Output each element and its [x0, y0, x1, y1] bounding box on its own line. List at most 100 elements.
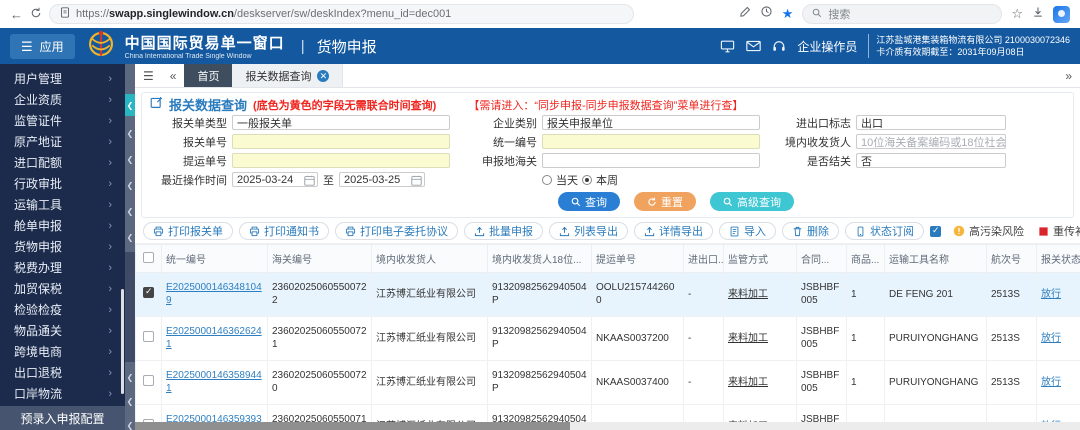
column-header[interactable]: 提运单号 — [591, 244, 684, 273]
trade-mode-cell[interactable]: 来料加工 — [728, 289, 768, 300]
date-to-input[interactable]: 2025-03-25 — [339, 172, 425, 187]
column-header[interactable]: 境内收发货人 — [371, 244, 488, 273]
sidebar-scrollbar[interactable] — [121, 289, 124, 394]
unified-no-link[interactable]: E20250001463481049 — [166, 282, 262, 306]
star-icon[interactable]: ★ — [782, 6, 794, 22]
consignee-input[interactable]: 10位海关备案编码或18位社会信用代码 — [856, 134, 1006, 149]
table-row[interactable]: E20250001463593935 236020250605500719 江苏… — [135, 404, 1080, 422]
select-all-checkbox[interactable] — [143, 251, 154, 263]
calendar-icon[interactable] — [411, 175, 422, 186]
column-header[interactable]: 统一编号 — [161, 244, 268, 273]
edit-icon[interactable] — [739, 5, 751, 23]
collapse-left-icon[interactable]: ❮ — [125, 94, 135, 116]
address-bar[interactable]: https://swapp.singlewindow.cn/deskserver… — [49, 4, 634, 24]
page-info-icon[interactable] — [60, 7, 70, 21]
toolbar-button[interactable]: 打印电子委托协议 — [335, 222, 458, 240]
ie-flag-select[interactable]: 出口 — [856, 115, 1006, 130]
sidebar-item[interactable]: 行政审批 › — [0, 173, 125, 194]
toolbar-button[interactable]: 打印报关单 — [143, 222, 233, 240]
column-header[interactable]: 商品... — [846, 244, 885, 273]
collapse-left-icon[interactable]: ❮ — [125, 394, 135, 408]
toolbar-button[interactable]: 详情导出 — [634, 222, 713, 240]
collapse-left-icon[interactable]: ❮ — [125, 370, 135, 384]
collapse-left-icon[interactable]: ❮ — [125, 418, 135, 430]
table-row[interactable]: E20250001463481049 236020250605500722 江苏… — [135, 272, 1080, 317]
decl-type-select[interactable]: 一般报关单 — [232, 115, 450, 130]
column-header[interactable]: 进出口... — [683, 244, 724, 273]
sidebar-item[interactable]: 物品通关 › — [0, 320, 125, 341]
toolbar-button[interactable]: 批量申报 — [464, 222, 543, 240]
table-row[interactable]: E20250001463626241 236020250605500721 江苏… — [135, 316, 1080, 361]
column-header[interactable]: 境内收发货人18位... — [487, 244, 592, 273]
favorites-icon[interactable]: ☆ — [1011, 6, 1023, 22]
unified-no-link[interactable]: E20250001463593935 — [166, 414, 262, 422]
row-checkbox[interactable] — [143, 374, 154, 386]
customs-input[interactable] — [542, 153, 760, 168]
sidebar-item[interactable]: 加贸保税 › — [0, 278, 125, 299]
column-header[interactable]: 海关编号 — [267, 244, 372, 273]
corp-type-select[interactable]: 报关申报单位 — [542, 115, 760, 130]
scrollbar-thumb[interactable] — [135, 422, 570, 430]
headset-icon[interactable] — [772, 40, 786, 53]
extensions-icon[interactable] — [760, 5, 773, 23]
sidebar-item[interactable]: 进口配额 › — [0, 152, 125, 173]
downloads-icon[interactable] — [1032, 5, 1044, 23]
calendar-icon[interactable] — [304, 175, 315, 186]
search-button[interactable]: 查询 — [558, 192, 620, 211]
status-link[interactable]: 放行 — [1041, 289, 1061, 300]
toolbar-button[interactable]: 删除 — [782, 222, 839, 240]
row-checkbox[interactable] — [143, 286, 154, 298]
tab-close-icon[interactable]: ✕ — [317, 69, 330, 82]
column-header[interactable]: 合同... — [796, 244, 847, 273]
advanced-search-button[interactable]: 高级查询 — [710, 192, 794, 211]
sidebar-item[interactable]: 出口退税 › — [0, 362, 125, 383]
toolbar-button[interactable]: 打印通知书 — [239, 222, 329, 240]
reset-button[interactable]: 重置 — [634, 192, 696, 211]
decl-no-input[interactable] — [232, 134, 450, 149]
date-from-input[interactable]: 2025-03-24 — [232, 172, 318, 187]
column-header[interactable]: 报关状态 — [1036, 244, 1080, 273]
tab-menu-icon[interactable]: ☰ — [135, 64, 162, 87]
radio-this-week[interactable] — [582, 174, 592, 185]
collapse-left-icon[interactable]: ❮ — [125, 178, 135, 192]
tab-declaration-query[interactable]: 报关数据查询 ✕ — [232, 64, 344, 87]
collapse-left-icon[interactable]: ❮ — [125, 204, 135, 218]
sidebar-item[interactable]: 跨境电商 › — [0, 341, 125, 362]
status-link[interactable]: 放行 — [1041, 333, 1061, 344]
sidebar-item[interactable]: 舱单申报 › — [0, 215, 125, 236]
subscribe-checkbox[interactable] — [930, 225, 941, 237]
unified-no-link[interactable]: E20250001463626241 — [166, 326, 262, 350]
sidebar-item[interactable]: 监管证件 › — [0, 110, 125, 131]
sidebar-item[interactable]: 货物申报 › — [0, 236, 125, 257]
desktop-icon[interactable] — [720, 40, 735, 53]
column-header[interactable]: 监管方式 — [723, 244, 797, 273]
sidebar-item[interactable]: 税费办理 › — [0, 257, 125, 278]
toolbar-button[interactable]: 状态订阅 — [845, 222, 924, 240]
collapse-left-icon[interactable]: ❮ — [125, 230, 135, 244]
toolbar-button[interactable]: 导入 — [719, 222, 776, 240]
unified-no-link[interactable]: E20250001463589441 — [166, 370, 262, 394]
toolbar-button[interactable]: 列表导出 — [549, 222, 628, 240]
bill-no-input[interactable] — [232, 153, 450, 168]
trade-mode-cell[interactable]: 来料加工 — [728, 333, 768, 344]
row-checkbox[interactable] — [143, 330, 154, 342]
closed-select[interactable]: 否 — [856, 153, 1006, 168]
collapse-left-icon[interactable]: ❮ — [125, 126, 135, 140]
sidebar-item[interactable]: 原产地证 › — [0, 131, 125, 152]
app-menu-button[interactable]: ☰ 应用 — [10, 33, 75, 59]
collapse-left-icon[interactable]: ❮ — [125, 152, 135, 166]
tab-home[interactable]: 首页 — [184, 64, 233, 87]
table-row[interactable]: E20250001463589441 236020250605500720 江苏… — [135, 360, 1080, 405]
unified-no-input[interactable] — [542, 134, 760, 149]
mail-icon[interactable] — [746, 40, 762, 52]
radio-today[interactable] — [542, 174, 552, 185]
sidebar-item[interactable]: 口岸物流 › — [0, 383, 125, 404]
sidebar-item[interactable]: 检验检疫 › — [0, 299, 125, 320]
column-header[interactable]: 航次号 — [986, 244, 1037, 273]
sidebar-item[interactable]: 运输工具 › — [0, 194, 125, 215]
sidebar-item[interactable]: 用户管理 › — [0, 68, 125, 89]
trade-mode-cell[interactable]: 来料加工 — [728, 377, 768, 388]
back-icon[interactable]: ← — [10, 8, 23, 21]
column-header[interactable]: 运输工具名称 — [884, 244, 987, 273]
sidebar-item-prerecord-config[interactable]: 预录入申报配置 — [0, 406, 125, 430]
